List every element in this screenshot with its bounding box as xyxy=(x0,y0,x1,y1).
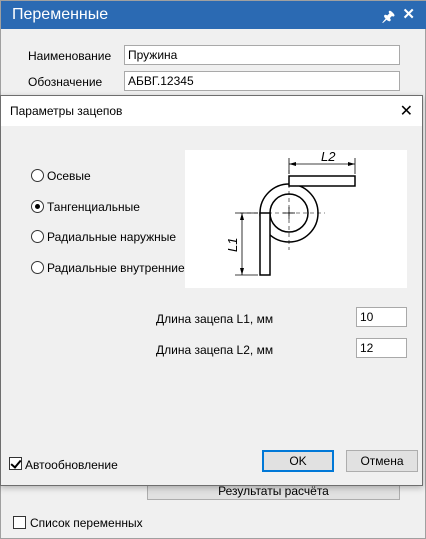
hook-top xyxy=(288,175,356,187)
var-list-checkbox[interactable] xyxy=(13,516,26,529)
pin-icon[interactable]: 🖈 xyxy=(382,6,395,30)
radio-radial-inner-label: Радиальные внутренние xyxy=(47,261,185,275)
close-icon[interactable]: ✕ xyxy=(402,5,415,23)
autoupdate-checkbox[interactable] xyxy=(9,457,22,470)
hook-diagram: L2 L1 xyxy=(185,149,407,288)
radio-radial-inner[interactable] xyxy=(31,261,44,274)
dialog-title: Параметры зацепов xyxy=(10,104,123,118)
ok-button[interactable]: OK xyxy=(262,450,334,472)
autoupdate-label: Автообновление xyxy=(25,458,118,472)
l2-input[interactable]: 12 xyxy=(356,338,407,358)
var-list-label: Список переменных xyxy=(30,516,143,530)
radio-tangential[interactable] xyxy=(31,200,44,213)
l1-input[interactable]: 10 xyxy=(356,307,407,327)
hook-diagram-svg: L2 L1 xyxy=(225,149,356,276)
l1-dim-label: L1 xyxy=(225,238,240,252)
radio-radial-outer-label: Радиальные наружные xyxy=(47,230,177,244)
name-input[interactable]: Пружина xyxy=(124,45,400,65)
l1-label: Длина зацепа L1, мм xyxy=(156,312,274,326)
designation-label: Обозначение xyxy=(28,75,103,89)
radio-radial-outer[interactable] xyxy=(31,230,44,243)
dialog-title-bar: Параметры зацепов ✕ xyxy=(1,96,422,126)
l2-dim-label: L2 xyxy=(321,150,336,164)
l2-label: Длина зацепа L2, мм xyxy=(156,343,274,357)
hook-left-leg xyxy=(259,212,271,276)
cancel-button[interactable]: Отмена xyxy=(346,450,418,472)
designation-input[interactable]: АБВГ.12345 xyxy=(124,71,400,91)
hook-params-dialog: Параметры зацепов ✕ Осевые Тангенциальны… xyxy=(0,95,423,486)
radio-axial[interactable] xyxy=(31,169,44,182)
radio-tangential-label: Тангенциальные xyxy=(47,200,140,214)
panel-title: Переменные xyxy=(12,6,109,23)
panel-title-bar: Переменные 🖈 ✕ xyxy=(1,1,426,29)
dialog-close-icon[interactable]: ✕ xyxy=(400,101,413,121)
radio-axial-label: Осевые xyxy=(47,169,91,183)
name-label: Наименование xyxy=(28,49,112,63)
